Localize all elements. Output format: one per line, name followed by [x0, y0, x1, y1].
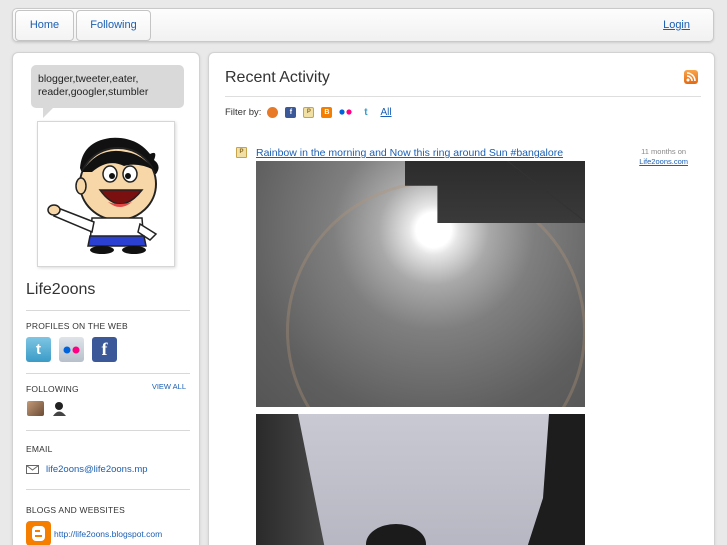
following-avatar[interactable] — [51, 401, 68, 416]
rss-glyph-icon — [686, 72, 696, 82]
divider — [26, 489, 190, 490]
profile-name: Life2oons — [26, 281, 96, 298]
filter-label: Filter by: — [225, 106, 262, 118]
post-source-icon: P — [236, 147, 247, 158]
following-avatar[interactable] — [27, 401, 44, 416]
twitter-filter-icon[interactable]: t — [360, 107, 371, 118]
palm-silhouette — [366, 524, 426, 545]
flickr-dots-icon — [339, 109, 353, 115]
post-meta: 11 months on Life2oons.com — [639, 147, 688, 167]
following-section-title: FOLLOWING — [26, 384, 79, 394]
facebook-icon[interactable]: f — [92, 337, 117, 362]
tree-silhouette — [525, 414, 585, 545]
stumbleupon-filter-icon[interactable] — [267, 106, 279, 118]
tab-home[interactable]: Home — [15, 10, 74, 41]
envelope-icon — [26, 465, 39, 474]
post-time: 11 months on — [641, 147, 687, 156]
email-link[interactable]: life2oons@life2oons.mp — [46, 464, 148, 475]
blogger-icon[interactable] — [26, 521, 51, 545]
avatar — [37, 121, 175, 267]
email-row: life2oons@life2oons.mp — [26, 464, 148, 475]
filter-bar: Filter by: f P B t All — [225, 105, 392, 119]
post-title-link[interactable]: Rainbow in the morning and Now this ring… — [256, 147, 563, 159]
filter-all-link[interactable]: All — [380, 107, 391, 118]
bio-line-1: blogger,tweeter,eater, — [38, 73, 139, 85]
divider — [225, 96, 701, 97]
tab-following[interactable]: Following — [76, 10, 151, 41]
facebook-filter-icon[interactable]: f — [285, 106, 297, 118]
profile-sidebar: blogger,tweeter,eater, reader,googler,st… — [12, 52, 200, 545]
page-title: Recent Activity — [225, 69, 330, 86]
divider — [26, 373, 190, 374]
rss-icon[interactable] — [684, 70, 698, 84]
activity-panel: Recent Activity Filter by: f P B t All P… — [208, 52, 715, 545]
blogger-filter-icon[interactable]: B — [321, 106, 333, 118]
blogs-section-title: BLOGS AND WEBSITES — [26, 505, 126, 515]
divider — [26, 430, 190, 431]
person-icon — [53, 402, 66, 416]
blogger-glyph-icon — [32, 526, 45, 541]
email-section-title: EMAIL — [26, 444, 53, 454]
post-photo-sun-halo[interactable] — [256, 161, 585, 407]
cartoon-avatar-icon — [47, 137, 159, 254]
building-silhouette — [256, 414, 326, 545]
post-photo-rainbow[interactable] — [256, 414, 585, 545]
profiles-section-title: PROFILES ON THE WEB — [26, 321, 128, 331]
blog-url-link[interactable]: http://life2oons.blogspot.com — [54, 529, 162, 539]
bio-line-2: reader,googler,stumbler — [38, 86, 149, 98]
flickr-icon[interactable] — [59, 337, 84, 362]
plurk-filter-icon[interactable]: P — [303, 106, 315, 118]
post-source-link[interactable]: Life2oons.com — [639, 157, 688, 167]
bio-bubble: blogger,tweeter,eater, reader,googler,st… — [31, 65, 184, 118]
divider — [26, 310, 190, 311]
flickr-filter-icon[interactable] — [339, 107, 353, 118]
top-nav-bar: Home Following Login — [12, 8, 714, 42]
view-all-link[interactable]: VIEW ALL — [152, 382, 186, 391]
flickr-dots-icon — [63, 346, 79, 353]
login-link[interactable]: Login — [663, 19, 690, 31]
twitter-icon[interactable]: t — [26, 337, 51, 362]
